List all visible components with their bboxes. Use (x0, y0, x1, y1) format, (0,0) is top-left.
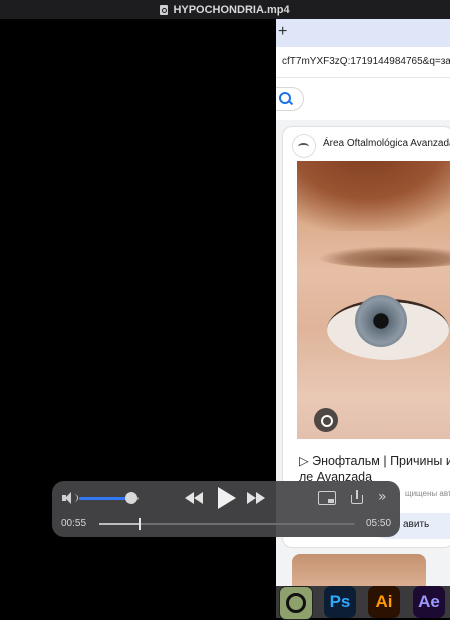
window-title: HYPOCHONDRIA.mp4 (173, 3, 290, 16)
elapsed-time: 00:55 (61, 518, 87, 529)
photo-eyebrow (317, 246, 450, 268)
player-controls: » 00:55 05:50 (52, 481, 400, 537)
volume-knob[interactable] (124, 492, 137, 504)
url-text: cfT7mYXF3zQ:1719144984765&q=запа (282, 56, 450, 67)
dock-app-bug-icon[interactable] (279, 586, 313, 620)
new-tab-button[interactable]: + (278, 23, 287, 41)
lens-search-icon[interactable] (314, 408, 338, 432)
site-logo-icon (292, 134, 316, 158)
eye-photo[interactable] (297, 161, 450, 439)
search-icon (279, 92, 291, 104)
dock-app-illustrator-icon[interactable]: Ai (368, 586, 400, 618)
volume-fill (79, 497, 131, 500)
dock-app-photoshop-icon[interactable]: Ps (324, 586, 356, 618)
copyright-note: щищены автор (405, 489, 450, 498)
dock-app-after-effects-icon[interactable]: Ae (413, 586, 445, 618)
visit-button-label: авить (403, 519, 430, 530)
site-name: Área Oftalmológica Avanzada (323, 138, 450, 149)
play-icon[interactable] (218, 487, 236, 509)
video-file-icon (160, 4, 169, 15)
dock: Ps Ai Ae (276, 586, 450, 620)
tab-strip: + (276, 19, 450, 47)
total-time: 05:50 (366, 518, 392, 529)
next-result-thumbnail[interactable] (292, 554, 426, 586)
search-row (276, 78, 450, 120)
scrubber[interactable] (99, 518, 355, 530)
rewind-icon[interactable] (185, 492, 205, 504)
result-card-header: Área Oftalmológica Avanzada (283, 127, 450, 161)
fast-forward-icon[interactable] (247, 492, 267, 504)
window-titlebar: HYPOCHONDRIA.mp4 (0, 0, 450, 19)
volume-icon[interactable] (62, 492, 78, 504)
photo-iris (355, 295, 407, 347)
scrubber-fill (99, 523, 141, 525)
playhead[interactable] (139, 518, 142, 530)
more-icon[interactable]: » (378, 489, 387, 505)
share-icon[interactable] (350, 490, 364, 505)
picture-in-picture-icon[interactable] (318, 491, 336, 505)
search-box[interactable] (276, 87, 304, 111)
volume-slider[interactable] (79, 492, 139, 504)
address-bar[interactable]: cfT7mYXF3zQ:1719144984765&q=запа (276, 47, 450, 78)
photo-hair (297, 161, 450, 231)
